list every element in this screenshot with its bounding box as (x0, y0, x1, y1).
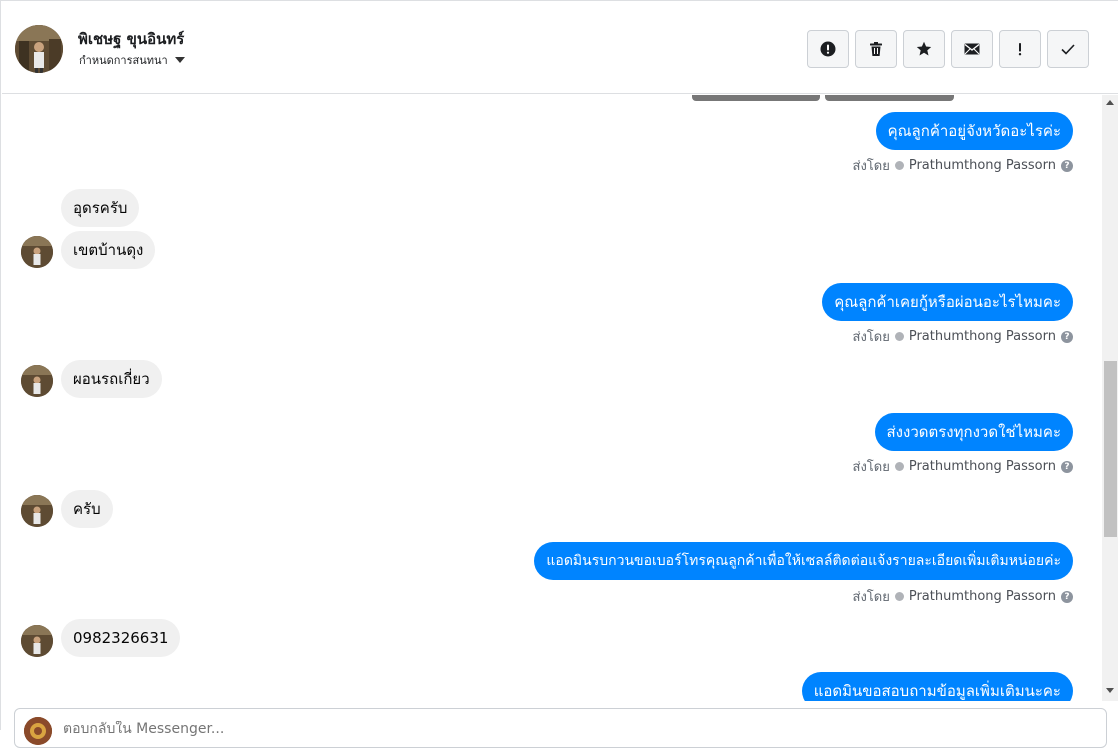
message-thread[interactable]: คุณลูกค้าอยู่จังหวัดอะไรค่ะ ส่งโดย Prathu… (2, 95, 1102, 701)
incoming-message[interactable]: เขตบ้านดุง (61, 231, 156, 269)
trash-icon (870, 42, 882, 56)
agent-status-icon (894, 462, 904, 471)
incoming-message[interactable]: 0982326631 (61, 619, 181, 657)
thread-scrollbar[interactable] (1102, 95, 1118, 701)
contact-avatar-small (21, 236, 53, 268)
envelope-icon (964, 43, 980, 55)
contact-name[interactable]: พิเชษฐ ขุนอินทร์ (78, 27, 184, 51)
conversation-header: พิเชษฐ ขุนอินทร์ กำหนดการสนทนา (2, 5, 1118, 94)
exclamation-icon (1018, 43, 1022, 56)
assign-label: กำหนดการสนทนา (79, 54, 168, 67)
outgoing-message[interactable]: ส่งงวดตรงทุกงวดใช่ไหมคะ (874, 413, 1073, 451)
reply-input[interactable] (63, 721, 963, 737)
sent-by-label: ส่งโดย Prathumthong Passorn? (853, 586, 1073, 607)
delete-button[interactable] (855, 30, 897, 68)
conversation-panel: พิเชษฐ ขุนอินทร์ กำหนดการสนทนา คุณลูกค้า… (0, 0, 1118, 748)
agent-status-icon (894, 161, 904, 170)
outgoing-message[interactable]: แอดมินขอสอบถามข้อมูลเพิ่มเติมนะคะ (801, 672, 1073, 701)
conversation-toolbar (807, 30, 1089, 68)
contact-avatar-small (21, 625, 53, 657)
sent-by-label: ส่งโดย Prathumthong Passorn? (853, 456, 1073, 477)
alert-circle-icon (820, 41, 836, 57)
star-button[interactable] (903, 30, 945, 68)
scroll-up-arrow-icon[interactable] (1106, 100, 1114, 105)
agent-name[interactable]: Prathumthong Passorn (909, 459, 1056, 474)
agent-name[interactable]: Prathumthong Passorn (909, 329, 1056, 344)
mark-done-button[interactable] (1047, 30, 1089, 68)
outgoing-message[interactable]: คุณลูกค้าเคยกู้หรือผ่อนอะไรไหมคะ (822, 283, 1073, 321)
help-icon[interactable]: ? (1061, 590, 1073, 603)
check-icon (1061, 44, 1075, 55)
scroll-down-arrow-icon[interactable] (1106, 688, 1114, 693)
star-icon (916, 41, 932, 56)
assign-conversation-dropdown[interactable]: กำหนดการสนทนา (79, 51, 185, 69)
caret-down-icon (174, 57, 185, 63)
outgoing-message[interactable]: คุณลูกค้าอยู่จังหวัดอะไรค่ะ (875, 112, 1073, 150)
help-icon[interactable]: ? (1061, 159, 1073, 172)
incoming-message[interactable]: ผอนรถเกี่ยว (61, 360, 162, 398)
spam-button[interactable] (807, 30, 849, 68)
incoming-message[interactable]: อุดรครับ (61, 189, 140, 227)
contact-avatar[interactable] (15, 25, 63, 73)
sent-by-label: ส่งโดย Prathumthong Passorn? (853, 326, 1073, 347)
help-icon[interactable]: ? (1061, 460, 1073, 473)
agent-status-icon (894, 592, 904, 601)
help-icon[interactable]: ? (1061, 330, 1073, 343)
agent-status-icon (894, 332, 904, 341)
mark-unread-button[interactable] (951, 30, 993, 68)
page-avatar (24, 717, 52, 745)
contact-avatar-small (21, 495, 53, 527)
image-attachment[interactable] (692, 95, 820, 101)
incoming-message[interactable]: ครับ (61, 490, 113, 528)
reply-composer[interactable] (14, 708, 1107, 748)
agent-name[interactable]: Prathumthong Passorn (909, 589, 1056, 604)
image-attachment[interactable] (825, 95, 954, 101)
sent-by-label: ส่งโดย Prathumthong Passorn? (853, 155, 1073, 176)
outgoing-message[interactable]: แอดมินรบกวนขอเบอร์โทรคุณลูกค้าเพื่อให้เซ… (534, 542, 1073, 580)
scrollbar-thumb[interactable] (1104, 361, 1117, 537)
contact-avatar-small (21, 365, 53, 397)
agent-name[interactable]: Prathumthong Passorn (909, 158, 1056, 173)
follow-up-button[interactable] (999, 30, 1041, 68)
